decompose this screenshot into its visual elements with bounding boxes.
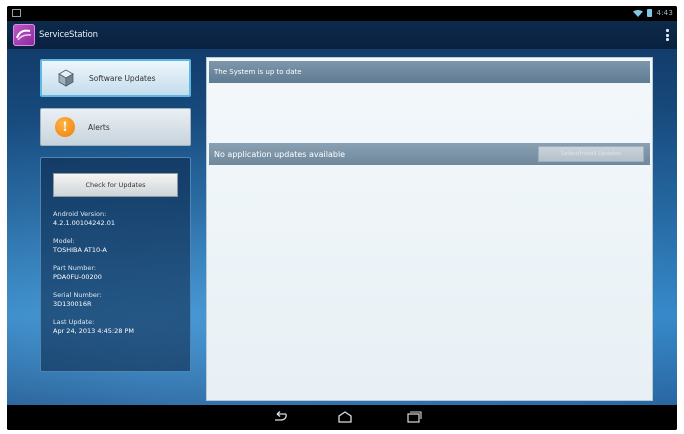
alerts-button[interactable]: ! Alerts — [40, 108, 191, 146]
package-icon — [55, 67, 77, 89]
recent-apps-icon[interactable] — [404, 411, 422, 423]
notification-icon — [12, 9, 21, 17]
app-logo-icon — [16, 29, 32, 41]
alert-icon: ! — [54, 116, 76, 138]
install-updates-button[interactable]: Select/Install Updates — [538, 146, 644, 162]
check-for-updates-button[interactable]: Check for Updates — [53, 173, 178, 197]
status-icons: 4:43 — [633, 9, 673, 17]
device-info-panel: Check for Updates Android Version: 4.2.1… — [40, 157, 191, 372]
info-model: Model: TOSHIBA AT10-A — [53, 237, 107, 254]
back-icon[interactable] — [272, 411, 288, 423]
content-area: Software Updates ! Alerts Check for Upda… — [7, 49, 677, 405]
action-bar: ServiceStation — [7, 21, 677, 49]
system-nav-bar — [7, 405, 677, 430]
info-serial-number: Serial Number: 3D130016R — [53, 291, 102, 308]
overflow-menu-icon[interactable] — [666, 29, 669, 41]
info-part-number: Part Number: PDA0FU-00200 — [53, 264, 102, 281]
software-updates-button[interactable]: Software Updates — [40, 59, 191, 97]
tablet-screen: 4:43 ServiceStation Software Updates ! A… — [7, 6, 677, 430]
alerts-label: Alerts — [88, 122, 110, 132]
wifi-icon — [633, 9, 644, 17]
app-title: ServiceStation — [39, 30, 98, 40]
app-icon[interactable] — [13, 24, 35, 46]
application-status-text: No application updates available — [214, 149, 346, 159]
system-status-text: The System is up to date — [214, 68, 302, 76]
home-icon[interactable] — [336, 411, 354, 423]
info-android-version: Android Version: 4.2.1.00104242.01 — [53, 210, 116, 227]
clock: 4:43 — [656, 9, 673, 17]
battery-icon — [647, 9, 653, 17]
info-last-update: Last Update: Apr 24, 2013 4:45:28 PM — [53, 318, 134, 335]
software-updates-label: Software Updates — [89, 73, 156, 83]
status-bar: 4:43 — [7, 6, 677, 21]
application-updates-bar: No application updates available Select/… — [209, 143, 650, 165]
updates-panel: The System is up to date No application … — [206, 57, 653, 401]
device-info-list: Android Version: 4.2.1.00104242.01 Model… — [53, 210, 188, 345]
system-status-bar: The System is up to date — [209, 61, 650, 83]
